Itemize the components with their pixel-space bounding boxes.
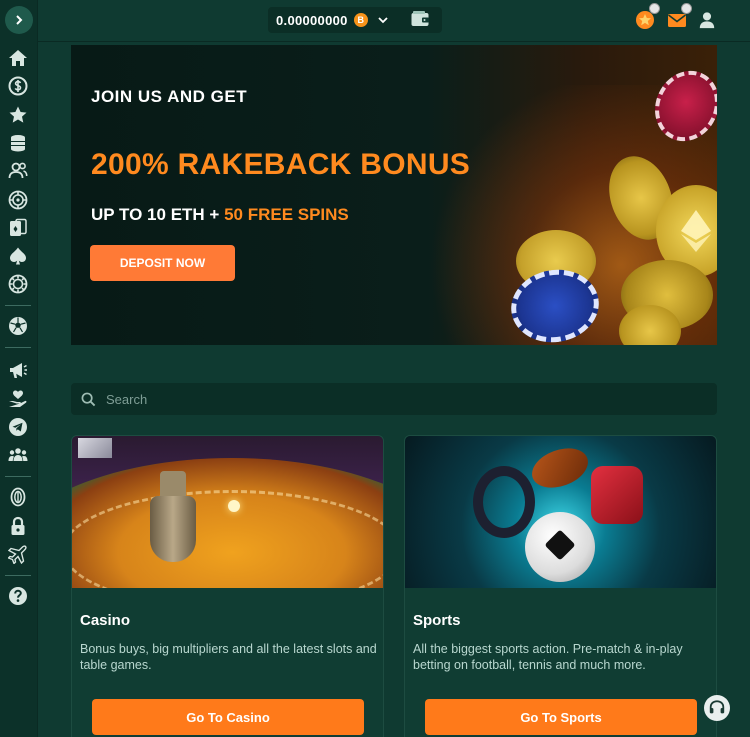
sidebar-item-poker[interactable]	[7, 245, 29, 267]
sidebar-item-promotions[interactable]	[7, 359, 29, 381]
card-description: Bonus buys, big multipliers and all the …	[80, 642, 377, 672]
sidebar-divider	[5, 476, 31, 477]
sidebar-item-home[interactable]	[7, 47, 29, 69]
card-title: Casino	[80, 612, 131, 629]
megaphone-icon	[10, 363, 27, 378]
sidebar-item-telegram[interactable]	[7, 416, 29, 438]
ethereum-icon	[681, 210, 711, 252]
rewards-button[interactable]	[634, 3, 660, 31]
search-icon	[81, 392, 96, 406]
deposit-now-button[interactable]: DEPOSIT NOW	[90, 245, 235, 281]
notification-dot	[681, 3, 692, 14]
go-to-sports-button[interactable]: Go To Sports	[425, 699, 697, 735]
chevron-down-icon	[378, 17, 388, 24]
dollar-coin-icon	[8, 76, 28, 96]
sports-card[interactable]: Sports All the biggest sports action. Pr…	[404, 435, 717, 737]
casino-card[interactable]: Casino Bonus buys, big multipliers and a…	[71, 435, 384, 737]
sidebar-item-roulette[interactable]	[7, 189, 29, 211]
sidebar-item-dollar[interactable]	[7, 75, 29, 97]
top-bar: 0.00000000 B	[38, 0, 750, 42]
sidebar-item-token[interactable]	[7, 486, 29, 508]
sidebar-item-charity[interactable]	[7, 388, 29, 410]
sidebar-item-sports[interactable]	[7, 315, 29, 337]
airplane-icon	[8, 545, 27, 564]
balance-amount: 0.00000000	[276, 12, 348, 28]
banner-title: 200% RAKEBACK BONUS	[91, 148, 471, 181]
sidebar-item-community[interactable]	[7, 444, 29, 466]
sidebar-item-users[interactable]	[7, 160, 29, 182]
card-description: All the biggest sports action. Pre-match…	[413, 642, 683, 672]
star-icon	[9, 106, 27, 123]
sidebar	[0, 0, 38, 737]
roulette-icon	[8, 190, 28, 210]
heart-hand-icon	[9, 390, 27, 407]
banner-kicker: JOIN US AND GET	[91, 87, 248, 106]
sidebar-item-cards[interactable]	[7, 217, 29, 239]
notification-dot	[649, 3, 660, 14]
token-icon	[10, 487, 26, 507]
sidebar-item-travel[interactable]	[7, 543, 29, 565]
banner-subtitle: UP TO 10 ETH + 50 FREE SPINS	[91, 205, 349, 225]
sidebar-divider	[5, 305, 31, 306]
user-icon	[699, 12, 715, 29]
spade-icon	[10, 247, 26, 265]
support-chat-button[interactable]	[704, 695, 730, 721]
soccer-ball-icon	[9, 317, 27, 335]
card-title: Sports	[413, 612, 461, 629]
headset-icon	[709, 700, 725, 714]
search-input[interactable]	[106, 391, 666, 407]
bitcoin-icon: B	[353, 13, 368, 27]
group-icon	[8, 448, 28, 461]
users-icon	[8, 162, 28, 179]
wallet-icon[interactable]	[410, 9, 430, 29]
sidebar-item-favorites[interactable]	[7, 104, 29, 126]
search-bar[interactable]	[71, 383, 717, 415]
chip-icon	[8, 274, 28, 294]
coin-stack-icon	[11, 135, 25, 152]
go-to-casino-button[interactable]: Go To Casino	[92, 699, 364, 735]
sidebar-divider	[5, 575, 31, 576]
sidebar-item-help[interactable]	[7, 585, 29, 607]
home-icon	[9, 50, 27, 66]
profile-button[interactable]	[696, 9, 718, 31]
expand-sidebar-button[interactable]	[5, 6, 33, 34]
telegram-icon	[9, 418, 27, 436]
sports-equipment-image	[405, 436, 716, 588]
roulette-image	[72, 436, 383, 588]
sidebar-item-coins[interactable]	[7, 132, 29, 154]
help-icon	[9, 587, 27, 605]
messages-button[interactable]	[666, 3, 692, 31]
lock-icon	[11, 516, 25, 535]
banner-subtitle-prefix: UP TO 10 ETH +	[91, 205, 225, 224]
sidebar-item-live[interactable]	[7, 273, 29, 295]
promo-banner[interactable]: JOIN US AND GET 200% RAKEBACK BONUS UP T…	[71, 45, 717, 345]
playing-cards-icon	[10, 218, 27, 236]
banner-subtitle-highlight: 50 FREE SPINS	[224, 205, 349, 224]
sidebar-item-security[interactable]	[7, 515, 29, 537]
sidebar-divider	[5, 347, 31, 348]
chevron-right-icon	[16, 15, 23, 25]
